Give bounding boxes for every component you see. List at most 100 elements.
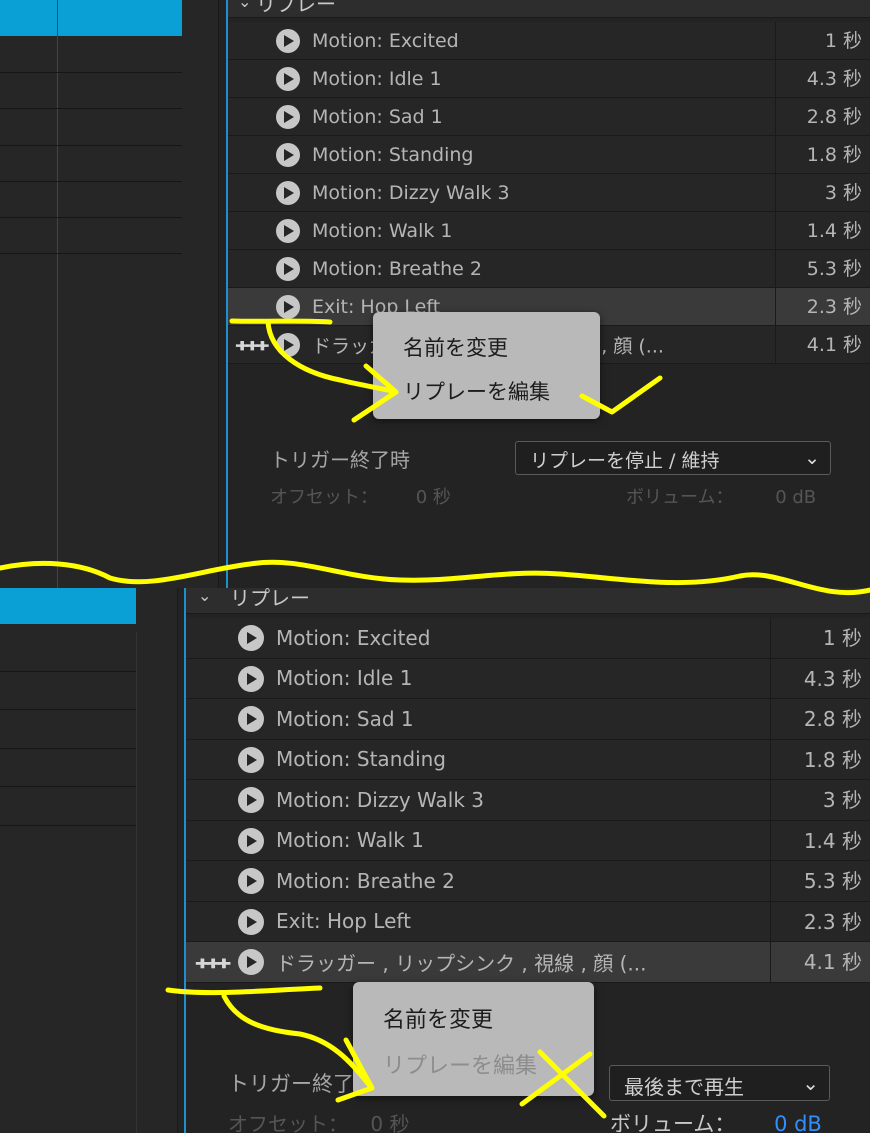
timeline-panel-bottom	[0, 588, 178, 1133]
section-title: リプレー	[256, 0, 336, 16]
offset-control[interactable]: オフセット： 0 秒	[228, 1108, 409, 1133]
volume-label: ボリューム：	[626, 487, 734, 508]
chevron-down-icon[interactable]: ⌄	[238, 0, 251, 11]
play-icon[interactable]	[276, 219, 300, 243]
timeline-track-bar[interactable]	[0, 588, 136, 624]
replay-row[interactable]: Motion: Dizzy Walk 3 3 秒	[228, 174, 870, 212]
replay-duration: 1.4 秒	[775, 212, 870, 249]
replay-row[interactable]: Exit: Hop Left 2.3 秒	[186, 901, 870, 942]
play-icon[interactable]	[238, 908, 264, 935]
chevron-down-icon: ⌄	[804, 447, 820, 469]
replay-duration: 1 秒	[775, 22, 870, 59]
menu-item-edit-replay[interactable]: リプレーを編集	[403, 376, 550, 406]
trigger-end-label: トリガー終了時	[270, 448, 410, 472]
offset-value[interactable]: 0 秒	[370, 1112, 409, 1133]
replay-row[interactable]: Motion: Excited 1 秒	[186, 618, 870, 659]
replay-duration: 4.3 秒	[775, 60, 870, 97]
menu-item-rename[interactable]: 名前を変更	[383, 1002, 493, 1034]
trigger-end-dropdown[interactable]: 最後まで再生 ⌄	[609, 1065, 830, 1101]
play-icon[interactable]	[238, 706, 264, 733]
timeline-track-bar[interactable]	[0, 0, 182, 36]
replay-name: Motion: Standing	[312, 143, 474, 166]
replay-duration: 4.1 秒	[775, 326, 870, 363]
play-icon[interactable]	[238, 787, 264, 814]
timeline-panel-top	[0, 0, 219, 588]
offset-value[interactable]: 0 秒	[416, 487, 451, 508]
replay-duration: 1.8 秒	[775, 136, 870, 173]
replay-row[interactable]: Motion: Excited 1 秒	[228, 22, 870, 60]
play-icon[interactable]	[238, 746, 264, 773]
replay-name: Motion: Walk 1	[276, 828, 424, 853]
replay-duration: 5.3 秒	[775, 250, 870, 287]
chevron-down-icon: ⌄	[802, 1071, 819, 1095]
trigger-end-value: リプレーを停止 / 維持	[530, 450, 720, 472]
play-icon[interactable]	[238, 868, 264, 895]
replay-row[interactable]: Motion: Dizzy Walk 3 3 秒	[186, 780, 870, 821]
play-icon[interactable]	[276, 257, 300, 281]
replay-section-header[interactable]: ⌄ リプレー	[186, 588, 870, 614]
replay-duration: 5.3 秒	[770, 861, 870, 901]
trigger-end-value: 最後まで再生	[624, 1075, 744, 1099]
replay-duration: 3 秒	[775, 174, 870, 211]
waveform-icon: ᚐᚐᚐ	[196, 949, 230, 974]
replay-row[interactable]: Motion: Walk 1 1.4 秒	[186, 820, 870, 861]
play-icon[interactable]	[276, 143, 300, 167]
replay-name: Motion: Idle 1	[276, 666, 413, 691]
replay-name: Motion: Walk 1	[312, 219, 453, 242]
replay-row[interactable]: ᚐᚐᚐ ドラッガー , リップシンク , 視線 , 顔 (... 4.1 秒	[186, 942, 870, 983]
menu-item-edit-replay: リプレーを編集	[383, 1054, 538, 1079]
replay-duration: 2.3 秒	[770, 901, 870, 941]
volume-control[interactable]: ボリューム： 0 dB	[610, 1108, 822, 1133]
replay-row[interactable]: Motion: Idle 1 4.3 秒	[186, 658, 870, 699]
replay-name: Motion: Breathe 2	[276, 868, 455, 893]
replay-row[interactable]: Motion: Sad 1 2.8 秒	[228, 98, 870, 136]
menu-item-rename[interactable]: 名前を変更	[403, 332, 508, 362]
volume-value[interactable]: 0 dB	[775, 487, 816, 508]
play-icon[interactable]	[276, 29, 300, 53]
context-menu-top: 名前を変更 リプレーを編集	[373, 312, 600, 419]
play-icon[interactable]	[276, 181, 300, 205]
play-icon[interactable]	[238, 625, 264, 652]
replay-duration: 1 秒	[770, 618, 870, 658]
play-icon[interactable]	[276, 333, 300, 357]
play-icon[interactable]	[238, 827, 264, 854]
replay-row[interactable]: Motion: Standing 1.8 秒	[228, 136, 870, 174]
replay-duration: 1.8 秒	[770, 739, 870, 779]
waveform-icon: ᚐᚐᚐ	[236, 333, 268, 356]
replay-name: Motion: Excited	[276, 625, 431, 650]
play-icon[interactable]	[276, 105, 300, 129]
replay-duration: 2.8 秒	[775, 98, 870, 135]
replay-name: Motion: Excited	[312, 29, 459, 52]
replay-row[interactable]: Motion: Breathe 2 5.3 秒	[228, 250, 870, 288]
replay-duration: 1.4 秒	[770, 820, 870, 860]
play-icon[interactable]	[238, 665, 264, 692]
volume-value[interactable]: 0 dB	[774, 1112, 822, 1133]
replay-duration: 4.3 秒	[770, 658, 870, 698]
replay-name: ドラッガー , リップシンク , 視線 , 顔 (...	[276, 951, 647, 976]
volume-label: ボリューム：	[610, 1112, 736, 1133]
replay-section-header[interactable]: ⌄ リプレー	[228, 0, 870, 18]
chevron-down-icon[interactable]: ⌄	[198, 588, 211, 605]
trigger-end-dropdown[interactable]: リプレーを停止 / 維持 ⌄	[515, 441, 831, 475]
play-icon[interactable]	[238, 949, 264, 976]
offset-label: オフセット：	[270, 487, 378, 508]
replay-name: Motion: Sad 1	[312, 105, 443, 128]
replay-name: Exit: Hop Left	[276, 909, 411, 934]
replay-row[interactable]: Motion: Idle 1 4.3 秒	[228, 60, 870, 98]
replay-name: Motion: Sad 1	[276, 706, 414, 731]
section-title: リプレー	[230, 588, 310, 610]
replay-duration: 3 秒	[770, 780, 870, 820]
volume-control[interactable]: ボリューム： 0 dB	[626, 483, 816, 509]
replay-row[interactable]: Motion: Sad 1 2.8 秒	[186, 699, 870, 740]
replay-row[interactable]: Motion: Standing 1.8 秒	[186, 739, 870, 780]
offset-control[interactable]: オフセット： 0 秒	[270, 483, 451, 509]
replay-row[interactable]: Motion: Walk 1 1.4 秒	[228, 212, 870, 250]
replay-name: Motion: Standing	[276, 747, 446, 772]
play-icon[interactable]	[276, 67, 300, 91]
replay-name: Motion: Dizzy Walk 3	[276, 787, 485, 812]
replay-list: Motion: Excited 1 秒 Motion: Idle 1 4.3 秒 Mot…	[186, 618, 870, 983]
replay-row[interactable]: Motion: Breathe 2 5.3 秒	[186, 861, 870, 902]
offset-label: オフセット：	[228, 1112, 348, 1133]
play-icon[interactable]	[276, 295, 300, 319]
replay-name: Motion: Dizzy Walk 3	[312, 181, 510, 204]
